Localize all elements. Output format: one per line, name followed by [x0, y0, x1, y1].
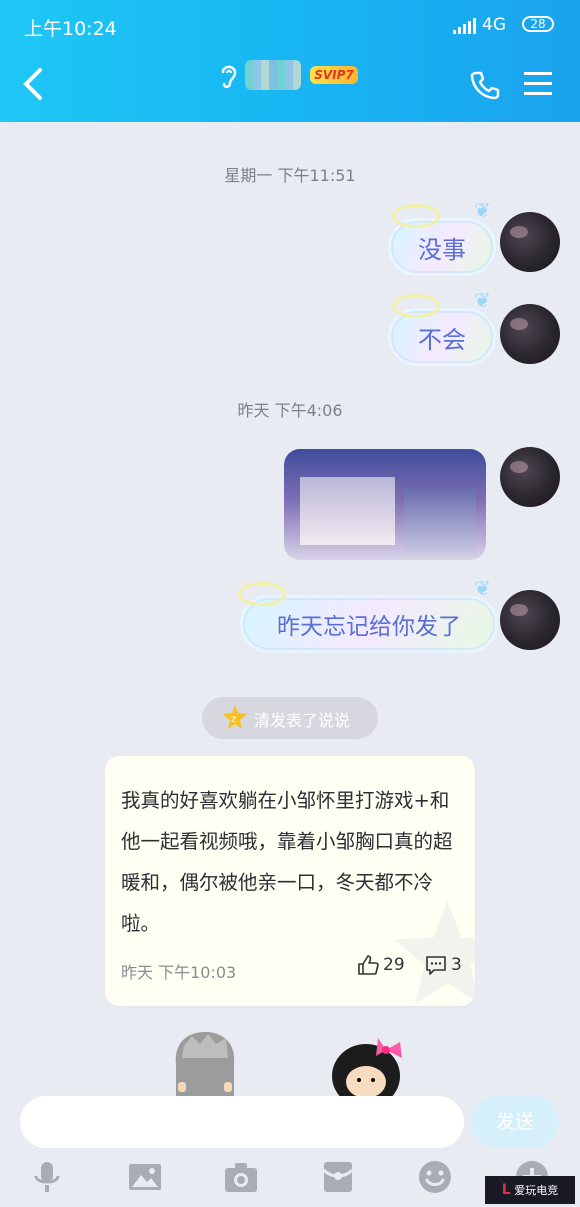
qzone-prompt-text: 清发表了说说: [254, 711, 351, 730]
comment-button[interactable]: 3: [425, 955, 462, 975]
network-type: 4G: [482, 15, 506, 35]
comment-count: 3: [451, 955, 462, 975]
avatar[interactable]: [500, 447, 560, 507]
timestamp: 星期一 下午11:51: [224, 166, 356, 185]
ear-icon: [221, 65, 237, 89]
message-bubble[interactable]: 昨天忘记给你发了: [240, 595, 498, 653]
wing-icon: ❦: [474, 576, 491, 600]
signal-icon: [453, 18, 476, 34]
boy-character-icon: [175, 1032, 235, 1096]
avatar[interactable]: [500, 590, 560, 650]
comment-icon: [426, 956, 446, 975]
red-packet-icon[interactable]: [321, 1160, 355, 1194]
phone-icon[interactable]: [470, 70, 500, 100]
post-text: 我真的好喜欢躺在小邹怀里打游戏+和他一起看视频哦，靠着小邹胸口真的超暖和，偶尔被…: [121, 789, 453, 935]
halo-icon: [238, 582, 286, 606]
image-thumbnail-area: [300, 477, 395, 545]
battery-icon: 28: [522, 16, 554, 32]
camera-icon[interactable]: [224, 1160, 258, 1194]
halo-icon: [392, 294, 440, 318]
image-icon[interactable]: [128, 1160, 162, 1194]
thumb-up-icon: [358, 955, 379, 975]
svip-badge: SVIP7: [310, 66, 358, 84]
message-text: 不会: [418, 325, 466, 354]
back-icon[interactable]: [20, 66, 46, 102]
avatar[interactable]: [500, 304, 560, 364]
send-button[interactable]: 发送: [471, 1096, 559, 1148]
qzone-prompt[interactable]: z 清发表了说说: [202, 697, 378, 739]
site-watermark: L 爱玩电竞: [485, 1176, 575, 1204]
halo-icon: [392, 204, 440, 228]
message-input[interactable]: [20, 1096, 464, 1148]
wing-icon: ❦: [474, 288, 491, 312]
chat-header: 上午10:24 4G 28 SVIP7: [0, 0, 580, 122]
wing-icon: ❦: [474, 198, 491, 222]
watermark-text: 爱玩电竞: [514, 1184, 559, 1197]
avatar[interactable]: [500, 212, 560, 272]
qzone-post-card[interactable]: 我真的好喜欢躺在小邹怀里打游戏+和他一起看视频哦，靠着小邹胸口真的超暖和，偶尔被…: [105, 756, 475, 1006]
status-time: 上午10:24: [24, 18, 117, 40]
image-thumbnail-area: [404, 489, 476, 551]
like-button[interactable]: 29: [357, 955, 405, 975]
contact-name[interactable]: [245, 60, 301, 90]
svg-text:z: z: [231, 714, 236, 725]
message-text: 昨天忘记给你发了: [277, 614, 461, 640]
girl-character-icon: [332, 1038, 402, 1096]
timestamp: 昨天 下午4:06: [237, 401, 343, 420]
image-message[interactable]: [284, 449, 486, 560]
like-count: 29: [383, 955, 405, 975]
post-time: 昨天 下午10:03: [121, 963, 237, 982]
microphone-icon[interactable]: [30, 1160, 64, 1194]
menu-icon[interactable]: [524, 72, 552, 96]
qzone-star-icon: z: [223, 705, 247, 729]
emoji-icon[interactable]: [418, 1160, 452, 1194]
message-text: 没事: [418, 235, 466, 264]
